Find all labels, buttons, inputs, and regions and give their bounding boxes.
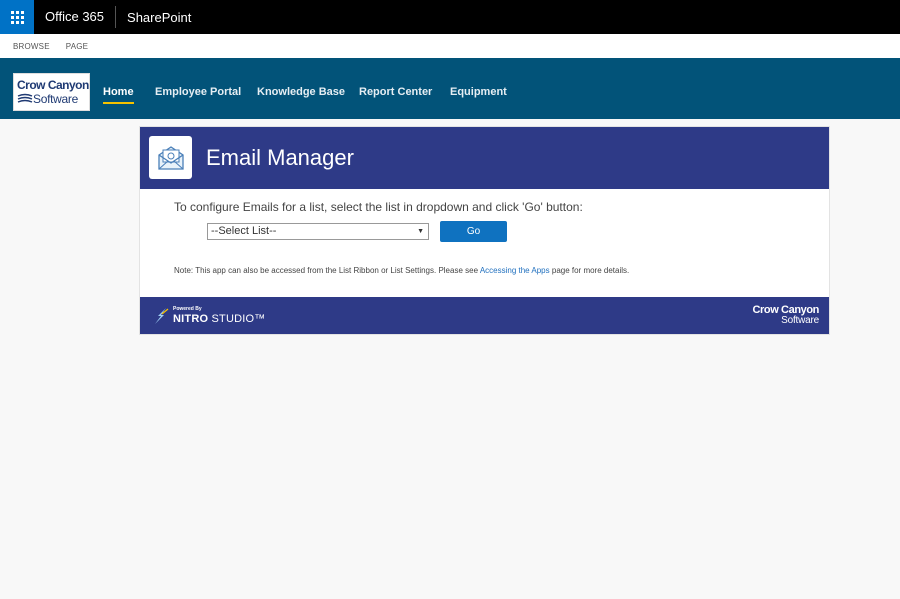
dropdown-arrow-icon: ▼ <box>417 228 424 235</box>
nav-equipment[interactable]: Equipment <box>450 86 507 98</box>
instruction-text: To configure Emails for a list, select t… <box>174 200 583 214</box>
email-manager-card: Email Manager To configure Emails for a … <box>139 126 830 335</box>
app-footer: Powered By NITRO STUDIO™ Crow Canyon Sof… <box>140 297 829 334</box>
suite-bar: Office 365 SharePoint <box>0 0 900 34</box>
nav-report-center[interactable]: Report Center <box>359 86 432 98</box>
nav-knowledge-base[interactable]: Knowledge Base <box>257 86 345 98</box>
note-prefix: Note: This app can also be accessed from… <box>174 266 480 275</box>
nitro-studio-logo: NITRO STUDIO™ <box>173 313 265 325</box>
app-icon-tile <box>149 136 192 179</box>
nav-employee-portal[interactable]: Employee Portal <box>155 86 241 98</box>
logo-text-line2: Software <box>33 92 78 106</box>
list-select-value: --Select List-- <box>211 225 277 237</box>
nitro-bold-text: NITRO <box>173 313 209 325</box>
note-text: Note: This app can also be accessed from… <box>174 266 629 275</box>
footer-logo-line2: Software <box>781 315 819 326</box>
accessing-apps-link[interactable]: Accessing the Apps <box>480 266 550 275</box>
nav-home[interactable]: Home <box>103 86 134 98</box>
nitro-rest-text: STUDIO™ <box>208 313 266 325</box>
ribbon-tabs: BROWSE PAGE <box>0 34 900 58</box>
page-title: Email Manager <box>206 145 354 170</box>
logo-swoosh-icon <box>17 93 33 103</box>
tab-page[interactable]: PAGE <box>66 42 88 51</box>
envelope-icon <box>157 145 184 170</box>
powered-by-label: Powered By <box>173 306 202 312</box>
nav-active-indicator <box>103 102 134 104</box>
footer-crow-canyon-logo: Crow Canyon Software <box>753 304 820 326</box>
nitro-bolt-icon <box>155 308 169 324</box>
app-header: Email Manager <box>140 127 829 189</box>
logo-text-line1: Crow Canyon <box>17 78 89 92</box>
list-select-dropdown[interactable]: --Select List-- ▼ <box>207 223 429 240</box>
site-logo[interactable]: Crow Canyon Software <box>13 73 90 111</box>
site-header: Crow Canyon Software Home Employee Porta… <box>0 58 900 119</box>
note-suffix: page for more details. <box>549 266 630 275</box>
waffle-icon <box>10 10 24 24</box>
tab-browse[interactable]: BROWSE <box>13 42 50 51</box>
app-launcher-button[interactable] <box>0 0 34 34</box>
go-button[interactable]: Go <box>440 221 507 242</box>
office-365-link[interactable]: Office 365 <box>45 6 117 28</box>
sharepoint-link[interactable]: SharePoint <box>127 10 191 25</box>
